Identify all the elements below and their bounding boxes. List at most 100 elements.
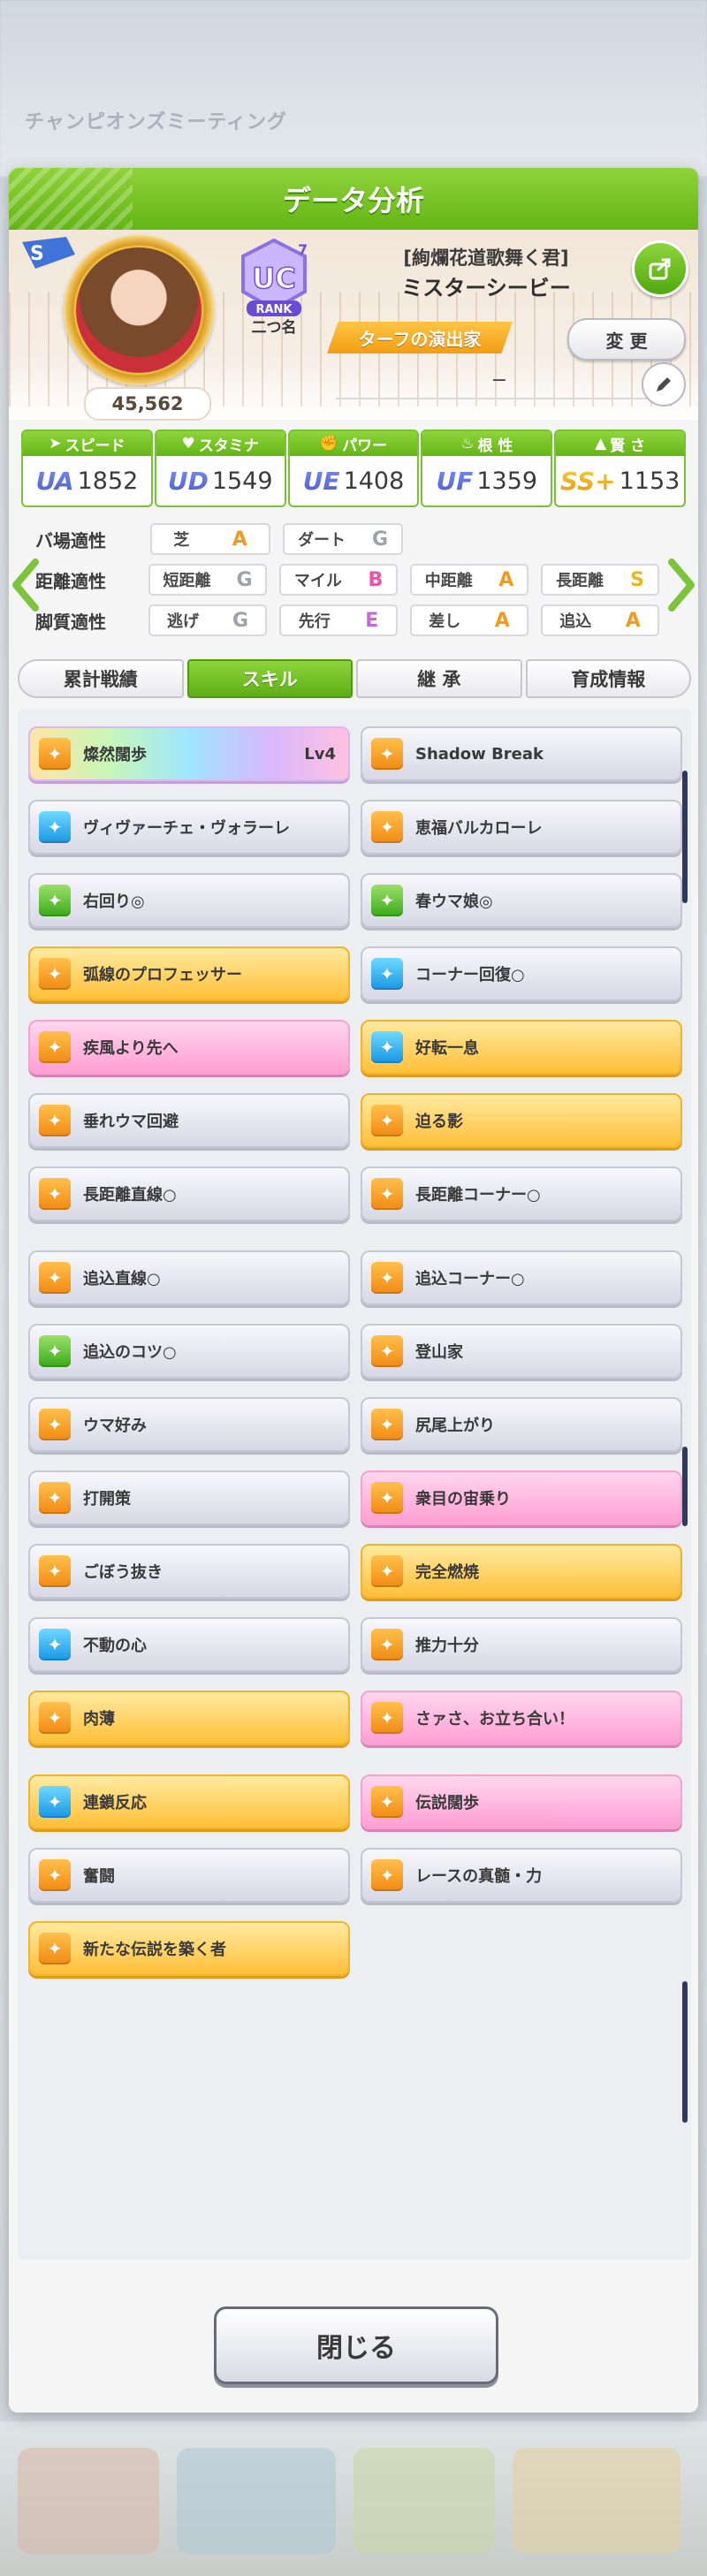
trainer-tag-icon: S	[22, 237, 75, 269]
close-button[interactable]: 閉じる	[214, 2306, 498, 2384]
tab-skills[interactable]: スキル	[186, 659, 353, 698]
stat-power: ✊ パワー UE 1408	[287, 429, 420, 507]
stat-grade: UA	[35, 466, 74, 496]
background-blob	[18, 2448, 159, 2554]
skill-orange-icon: ✦	[39, 1555, 71, 1587]
skill-blue-icon: ✦	[39, 811, 71, 843]
skill-item[interactable]: ✦ 長距離コーナー○	[361, 1166, 682, 1221]
stat-grade: UF	[436, 466, 474, 496]
skill-orange-icon: ✦	[371, 1482, 403, 1514]
skill-name: 奮闘	[83, 1867, 115, 1886]
skill-item[interactable]: ✦ 垂れウマ回避	[28, 1093, 350, 1148]
character-avatar[interactable]	[64, 235, 214, 385]
skill-name: 弧線のプロフェッサー	[83, 966, 242, 984]
background-top	[0, 0, 707, 177]
tab-inheritance[interactable]: 継 承	[356, 659, 522, 698]
skill-orange-icon: ✦	[39, 1262, 71, 1294]
skill-item[interactable]: ✦ 追込のコツ○	[28, 1324, 350, 1379]
speed-icon: ➤	[49, 435, 62, 452]
skill-orange-icon: ✦	[371, 1335, 403, 1367]
skill-name: 新たな伝説を築く者	[83, 1941, 226, 1959]
stat-grade: UE	[302, 466, 340, 496]
edit-button[interactable]	[642, 362, 686, 407]
skill-item[interactable]: ✦ 追込コーナー○	[361, 1250, 682, 1305]
svg-text:UC: UC	[252, 262, 295, 295]
skill-item[interactable]: ✦ 疾風より先へ	[28, 1020, 350, 1075]
skill-green-icon: ✦	[39, 885, 71, 916]
skill-item[interactable]: ✦ コーナー回復○	[361, 946, 682, 1001]
skill-item[interactable]: ✦ 登山家	[361, 1324, 682, 1379]
tab-training-info[interactable]: 育成情報	[525, 659, 691, 698]
skill-item[interactable]: ✦ 推力十分	[361, 1617, 682, 1672]
tab-career-record[interactable]: 累計戦績	[18, 659, 184, 698]
skill-blue-icon: ✦	[39, 1786, 71, 1818]
skill-item[interactable]: ✦ 追込直線○	[28, 1250, 350, 1305]
skill-name: 推力十分	[415, 1637, 479, 1655]
skill-item[interactable]: ✦ 不動の心	[28, 1617, 350, 1672]
skill-item[interactable]: ✦ 弧線のプロフェッサー	[28, 946, 350, 1001]
stat-value: 1549	[211, 467, 273, 495]
skill-item[interactable]: ✦ ウマ好み	[28, 1397, 350, 1452]
skill-orange-icon: ✦	[39, 738, 71, 770]
skill-item[interactable]: ✦ 完全燃焼	[361, 1544, 682, 1599]
aptitude-grade: E	[365, 609, 379, 632]
skill-name: レースの真髄・力	[415, 1867, 543, 1886]
skill-item[interactable]: ✦ さァさ、お立ち合い！	[361, 1691, 682, 1745]
skill-item[interactable]: ✦ 尻尾上がり	[361, 1397, 682, 1452]
share-button[interactable]	[632, 240, 688, 297]
skill-item[interactable]: ✦ 連鎖反応	[28, 1774, 350, 1829]
skill-orange-icon: ✦	[371, 1409, 403, 1440]
skill-item[interactable]: ✦ 春ウマ娘◎	[361, 873, 682, 928]
dialog-header: データ分析	[9, 168, 698, 230]
skill-orange-icon: ✦	[39, 1031, 71, 1063]
aptitude-label: 脚質適性	[35, 611, 106, 633]
skill-green-icon: ✦	[39, 1335, 71, 1367]
stat-label: 根 性	[477, 437, 513, 455]
skill-name: 長距離直線○	[83, 1186, 177, 1204]
change-title-button[interactable]: 変 更	[567, 318, 686, 361]
skill-orange-icon: ✦	[371, 811, 403, 843]
data-analysis-dialog: データ分析 S 45,562 UC 7 RANK 二つ名 [絢爛花道歌舞く君] …	[9, 168, 698, 2413]
character-portrait	[76, 247, 201, 373]
skill-item[interactable]: ✦ 奮闘	[28, 1848, 350, 1903]
skill-item[interactable]: ✦ 衆目の宙乗り	[361, 1470, 682, 1525]
scrollbar-thumb[interactable]	[682, 771, 688, 903]
title-ribbon: ターフの演出家	[327, 322, 513, 353]
skill-item[interactable]: ✦ 新たな伝説を築く者	[28, 1921, 350, 1976]
background-blurred-title: チャンピオンズミーティング	[25, 111, 288, 133]
skill-name: 衆目の宙乗り	[415, 1490, 511, 1508]
skill-level: Lv4	[304, 744, 336, 764]
graduation-cap-icon: ▲	[595, 435, 607, 452]
skill-item[interactable]: ✦ 打開策	[28, 1470, 350, 1525]
skill-item[interactable]: ✦ 燦然闊歩 Lv4	[28, 726, 350, 781]
skill-name: 追込コーナー○	[415, 1270, 525, 1288]
scrollbar-thumb[interactable]	[682, 1447, 688, 1526]
stats-panel: ➤ スピード UA 1852 ♥ スタミナ UD 1549 ✊ パワー UE 1408 ♨ 根…	[21, 429, 686, 507]
aptitude-cell: 芝A	[150, 523, 270, 555]
skill-orange-icon: ✦	[371, 1555, 403, 1587]
tab-bar: 累計戦績 スキル 継 承 育成情報	[18, 659, 691, 698]
stat-wisdom: ▲ 賢 さ SS+ 1153	[554, 429, 686, 507]
skill-item[interactable]: ✦ 好転一息	[361, 1020, 682, 1075]
aptitude-cell: 追込 A	[541, 604, 660, 636]
skill-item[interactable]: ✦ 長距離直線○	[28, 1166, 350, 1221]
scrollbar-thumb[interactable]	[682, 1981, 688, 2123]
aptitude-grade: A	[232, 528, 247, 551]
nickname-label: 二つ名	[251, 319, 297, 337]
skill-blue-icon: ✦	[39, 1629, 71, 1660]
skill-item[interactable]: ✦ 恵福バルカローレ	[361, 800, 682, 855]
skill-item[interactable]: ✦ 迫る影	[361, 1093, 682, 1148]
character-epithet: [絢爛花道歌舞く君]	[403, 247, 569, 269]
skill-item[interactable]: ✦ レースの真髄・力	[361, 1848, 682, 1903]
comment-line: −	[336, 362, 663, 399]
skill-name: 完全燃焼	[415, 1563, 479, 1582]
skill-item[interactable]: ✦ 右回り◎	[28, 873, 350, 928]
aptitude-cell: 先行 E	[279, 604, 399, 636]
skill-item[interactable]: ✦ Shadow Break	[361, 726, 682, 781]
skill-name: 長距離コーナー○	[415, 1186, 541, 1204]
skill-name: 登山家	[415, 1343, 463, 1362]
skill-item[interactable]: ✦ ヴィヴァーチェ・ヴォラーレ	[28, 800, 350, 855]
skill-item[interactable]: ✦ ごぼう抜き	[28, 1544, 350, 1599]
skill-item[interactable]: ✦ 肉薄	[28, 1691, 350, 1745]
skill-item[interactable]: ✦ 伝説闊歩	[361, 1774, 682, 1829]
